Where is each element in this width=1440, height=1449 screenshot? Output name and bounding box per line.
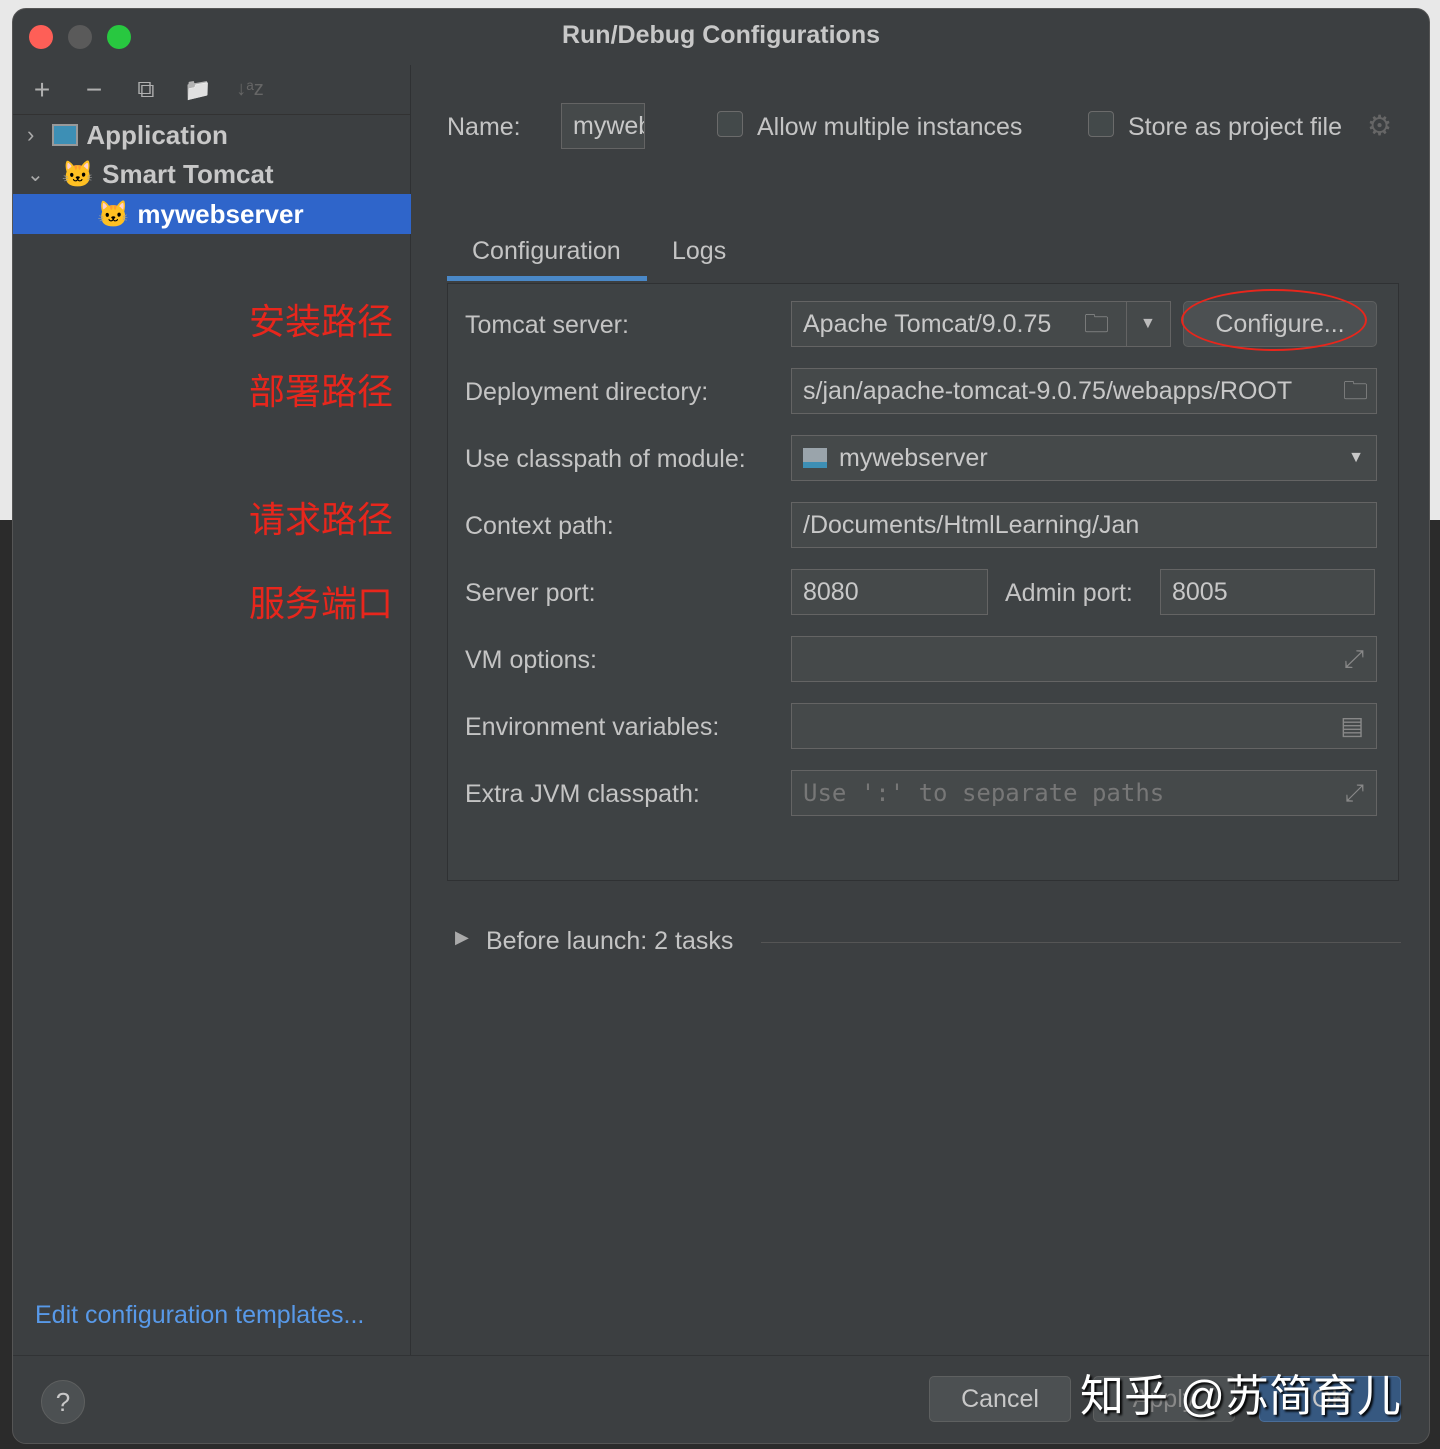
context-path-label: Context path: (465, 512, 614, 540)
chevron-down-icon[interactable]: ⌄ (27, 162, 44, 187)
deployment-directory-value: s/jan/apache-tomcat-9.0.75/webapps/ROOT (803, 377, 1293, 405)
environment-variables-label: Environment variables: (465, 713, 720, 741)
edit-configuration-templates-link[interactable]: Edit configuration templates... (35, 1301, 364, 1330)
module-icon (803, 448, 827, 468)
jvm-placeholder: Use ':' to separate paths (803, 779, 1165, 807)
deployment-directory-label: Deployment directory: (465, 378, 709, 406)
name-input[interactable]: mywebserver (561, 103, 645, 149)
chevron-down-icon[interactable]: ▼ (1348, 436, 1364, 480)
server-port-input[interactable]: 8080 (791, 569, 988, 615)
gear-icon[interactable]: ⚙ (1367, 109, 1392, 142)
module-value: mywebserver (839, 444, 988, 472)
name-label: Name: (447, 113, 521, 141)
configuration-form: Tomcat server: Apache Tomcat/9.0.75 🗀 ▼ … (447, 283, 1399, 881)
maximize-window-button[interactable] (107, 25, 131, 49)
help-button[interactable]: ? (41, 1380, 85, 1424)
admin-port-label: Admin port: (1005, 579, 1133, 607)
admin-port-input[interactable]: 8005 (1160, 569, 1375, 615)
tomcat-server-label: Tomcat server: (465, 311, 629, 339)
new-folder-icon[interactable]: 📁 (183, 77, 213, 103)
server-port-label: Server port: (465, 579, 596, 607)
tomcat-icon: 🐱 (97, 198, 130, 229)
tomcat-server-select[interactable]: Apache Tomcat/9.0.75 🗀 ▼ (791, 301, 1171, 347)
tree-item-mywebserver[interactable]: 🐱 mywebserver (13, 194, 411, 234)
tomcat-server-value: Apache Tomcat/9.0.75 (803, 310, 1052, 338)
vm-options-label: VM options: (465, 646, 598, 674)
cancel-button[interactable]: Cancel (929, 1376, 1071, 1422)
allow-multiple-checkbox[interactable] (717, 111, 743, 137)
tab-configuration[interactable]: Configuration (472, 237, 621, 266)
tree-item-label: Application (86, 119, 228, 150)
classpath-module-select[interactable]: mywebserver ▼ (791, 435, 1377, 481)
tree-item-smart-tomcat[interactable]: ⌄ 🐱 Smart Tomcat (27, 154, 274, 194)
copy-icon[interactable]: ⧉ (131, 76, 161, 104)
store-project-checkbox[interactable] (1088, 111, 1114, 137)
active-tab-underline (447, 276, 647, 281)
window-title: Run/Debug Configurations (561, 21, 881, 49)
run-debug-dialog: Run/Debug Configurations + − ⧉ 📁 ↓ᵃz › A… (12, 8, 1430, 1444)
environment-variables-input[interactable]: ▤ (791, 703, 1377, 749)
remove-icon[interactable]: − (79, 74, 109, 106)
tree-item-application[interactable]: › Application (27, 115, 228, 155)
add-icon[interactable]: + (27, 74, 57, 106)
annotation-install-path: 安装路径 (249, 301, 394, 342)
store-project-label: Store as project file (1128, 113, 1342, 141)
expand-icon[interactable]: ⤢ (1345, 771, 1364, 815)
close-window-button[interactable] (29, 25, 53, 49)
document-icon[interactable]: ▤ (1340, 704, 1364, 748)
sidebar: + − ⧉ 📁 ↓ᵃz › Application ⌄ 🐱 Smart Tomc… (13, 65, 411, 1355)
chevron-down-icon[interactable]: ▼ (1140, 302, 1156, 346)
annotation-deploy-path: 部署路径 (249, 371, 394, 412)
vm-options-input[interactable]: ⤢ (791, 636, 1377, 682)
sort-icon[interactable]: ↓ᵃz (235, 78, 265, 101)
watermark: 知乎 @苏简育儿 (1080, 1372, 1401, 1421)
annotation-server-port: 服务端口 (249, 583, 394, 624)
extra-jvm-classpath-label: Extra JVM classpath: (465, 780, 700, 808)
context-path-input[interactable]: /Documents/HtmlLearning/Jan (791, 502, 1377, 548)
separator (761, 942, 1401, 943)
tab-logs[interactable]: Logs (672, 237, 726, 266)
application-icon (52, 124, 79, 146)
tree-item-label: mywebserver (137, 198, 304, 229)
allow-multiple-label: Allow multiple instances (757, 113, 1023, 141)
expand-icon[interactable]: ⤢ (1344, 637, 1364, 681)
config-panel: Name: mywebserver Allow multiple instanc… (411, 65, 1429, 1355)
classpath-module-label: Use classpath of module: (465, 445, 746, 473)
folder-icon[interactable]: 🗀 (1343, 369, 1368, 413)
chevron-right-icon[interactable]: › (27, 122, 34, 148)
annotation-request-path: 请求路径 (249, 499, 394, 540)
folder-icon[interactable]: 🗀 (1084, 302, 1109, 346)
before-launch-toggle[interactable]: Before launch: 2 tasks (486, 927, 733, 956)
highlight-circle (1181, 289, 1367, 351)
deployment-directory-input[interactable]: s/jan/apache-tomcat-9.0.75/webapps/ROOT 🗀 (791, 368, 1377, 414)
extra-jvm-classpath-input[interactable]: Use ':' to separate paths ⤢ (791, 770, 1377, 816)
triangle-right-icon[interactable]: ▶ (455, 927, 469, 948)
minimize-window-button[interactable] (68, 25, 92, 49)
sidebar-toolbar: + − ⧉ 📁 ↓ᵃz (13, 65, 410, 115)
tomcat-icon: 🐱 (61, 158, 95, 189)
tree-item-label: Smart Tomcat (102, 158, 274, 189)
